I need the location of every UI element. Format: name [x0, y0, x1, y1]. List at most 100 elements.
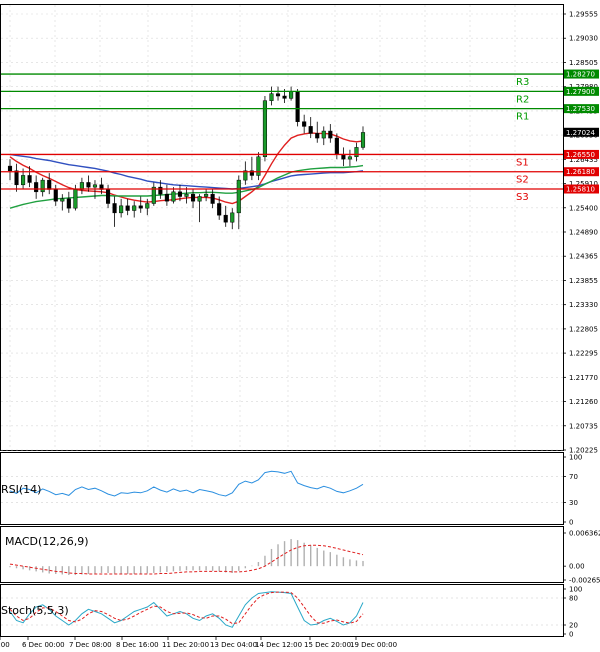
- macd-tick-label: -0.002652: [569, 577, 600, 585]
- time-tick-label: 13 Dec 04:00: [210, 641, 257, 649]
- candle-body: [145, 203, 150, 209]
- candle-body: [112, 203, 117, 214]
- candle-body: [328, 130, 333, 139]
- forex-chart: 1.295551.290301.285051.279801.274551.269…: [0, 4, 600, 649]
- candle-body: [347, 156, 352, 160]
- candle-body: [295, 91, 300, 122]
- candle-body: [184, 193, 189, 197]
- candle-body: [125, 205, 130, 211]
- stoch-tick-label: 100: [569, 586, 582, 594]
- candle-body: [138, 205, 143, 209]
- level-name-r2: R2: [516, 94, 529, 105]
- candle-body: [177, 191, 183, 197]
- rsi-tick-label: 70: [569, 473, 578, 481]
- candle-body: [334, 137, 339, 155]
- time-tick-label: 6 Dec 00:00: [22, 641, 65, 649]
- candle-body: [158, 186, 163, 195]
- macd-tick-label: 0.006362: [569, 530, 600, 538]
- time-tick-label: 8 Dec 16:00: [116, 641, 159, 649]
- candle-body: [73, 189, 78, 209]
- level-price-label: 1.25810: [566, 186, 595, 194]
- price-tick-label: 1.23855: [569, 277, 598, 285]
- price-tick-label: 1.20735: [569, 422, 598, 430]
- candle-body: [282, 95, 287, 99]
- candle-body: [204, 193, 209, 197]
- candle-body: [40, 179, 45, 193]
- candle-body: [47, 179, 52, 190]
- candle-body: [289, 91, 294, 99]
- candle-body: [171, 191, 176, 202]
- candle-body: [302, 121, 307, 127]
- rsi-label: RSI(14): [1, 483, 41, 496]
- candle-body: [132, 205, 137, 211]
- chart-root: 1.295551.290301.285051.279801.274551.269…: [0, 0, 600, 652]
- candle-body: [60, 198, 65, 202]
- time-tick-label: 15 Dec 20:00: [304, 641, 351, 649]
- price-tick-label: 1.21260: [569, 398, 598, 406]
- candle-body: [53, 189, 58, 202]
- price-tick-label: 1.25400: [569, 204, 598, 212]
- price-tick-label: 1.24365: [569, 253, 598, 261]
- time-tick-label: 6:00: [0, 641, 10, 649]
- price-tick-label: 1.22805: [569, 325, 598, 333]
- candle-body: [14, 170, 19, 186]
- macd-tick-label: 0.00: [569, 563, 585, 571]
- stoch-label: Stoch(5,5,3): [1, 604, 69, 617]
- level-name-s2: S2: [516, 175, 529, 186]
- level-price-label: 1.27530: [566, 105, 595, 113]
- stoch-tick-label: 80: [569, 595, 578, 603]
- candle-body: [275, 93, 281, 97]
- price-tick-label: 1.29555: [569, 11, 598, 19]
- rsi-tick-label: 100: [569, 454, 582, 462]
- candle-body: [315, 133, 320, 139]
- candle-body: [86, 182, 91, 188]
- stoch-tick-label: 20: [569, 622, 578, 630]
- level-name-s3: S3: [516, 192, 529, 203]
- candle-body: [34, 182, 39, 193]
- time-tick-label: 11 Dec 20:00: [162, 641, 209, 649]
- candle-body: [360, 132, 366, 148]
- price-tick-label: 1.29030: [569, 35, 598, 43]
- time-tick-label: 7 Dec 08:00: [69, 641, 112, 649]
- candle-body: [66, 198, 71, 209]
- level-price-label: 1.28270: [566, 71, 595, 79]
- stoch-tick-label: 0: [569, 631, 573, 639]
- level-name-r1: R1: [516, 112, 529, 123]
- candle-body: [223, 214, 228, 223]
- candle-body: [27, 175, 32, 183]
- level-price-label: 1.26180: [566, 168, 595, 176]
- candle-body: [256, 156, 261, 176]
- candle-body: [210, 193, 215, 204]
- price-tick-label: 1.28505: [569, 59, 598, 67]
- level-price-label: 1.26550: [566, 151, 595, 159]
- candle-body: [269, 93, 274, 101]
- candle-body: [119, 205, 124, 214]
- macd-label: MACD(12,26,9): [5, 535, 89, 548]
- candle-body: [341, 154, 346, 160]
- candle-body: [106, 189, 111, 204]
- level-name-s1: S1: [516, 157, 529, 168]
- candle-body: [217, 203, 222, 216]
- main-panel-frame: [0, 4, 564, 451]
- time-tick-label: 19 Dec 00:00: [350, 641, 397, 649]
- candle-body: [308, 126, 313, 134]
- candle-body: [321, 130, 326, 139]
- rsi-tick-label: 0: [569, 519, 573, 527]
- candle-body: [92, 184, 98, 188]
- candle-body: [7, 165, 13, 172]
- candle-body: [197, 196, 202, 202]
- candle-body: [354, 147, 359, 158]
- candle-body: [164, 193, 169, 202]
- price-tick-label: 1.23330: [569, 301, 598, 309]
- level-name-r3: R3: [516, 77, 529, 88]
- candle-body: [190, 193, 196, 202]
- candle-body: [230, 212, 235, 223]
- candle-body: [21, 175, 26, 186]
- price-tick-label: 1.22295: [569, 350, 598, 358]
- candle-body: [236, 179, 241, 214]
- current-price-label: 1.27024: [566, 129, 595, 137]
- rsi-tick-label: 30: [569, 499, 578, 507]
- price-tick-label: 1.21770: [569, 374, 598, 382]
- price-tick-label: 1.24890: [569, 229, 598, 237]
- time-tick-label: 14 Dec 12:00: [255, 641, 302, 649]
